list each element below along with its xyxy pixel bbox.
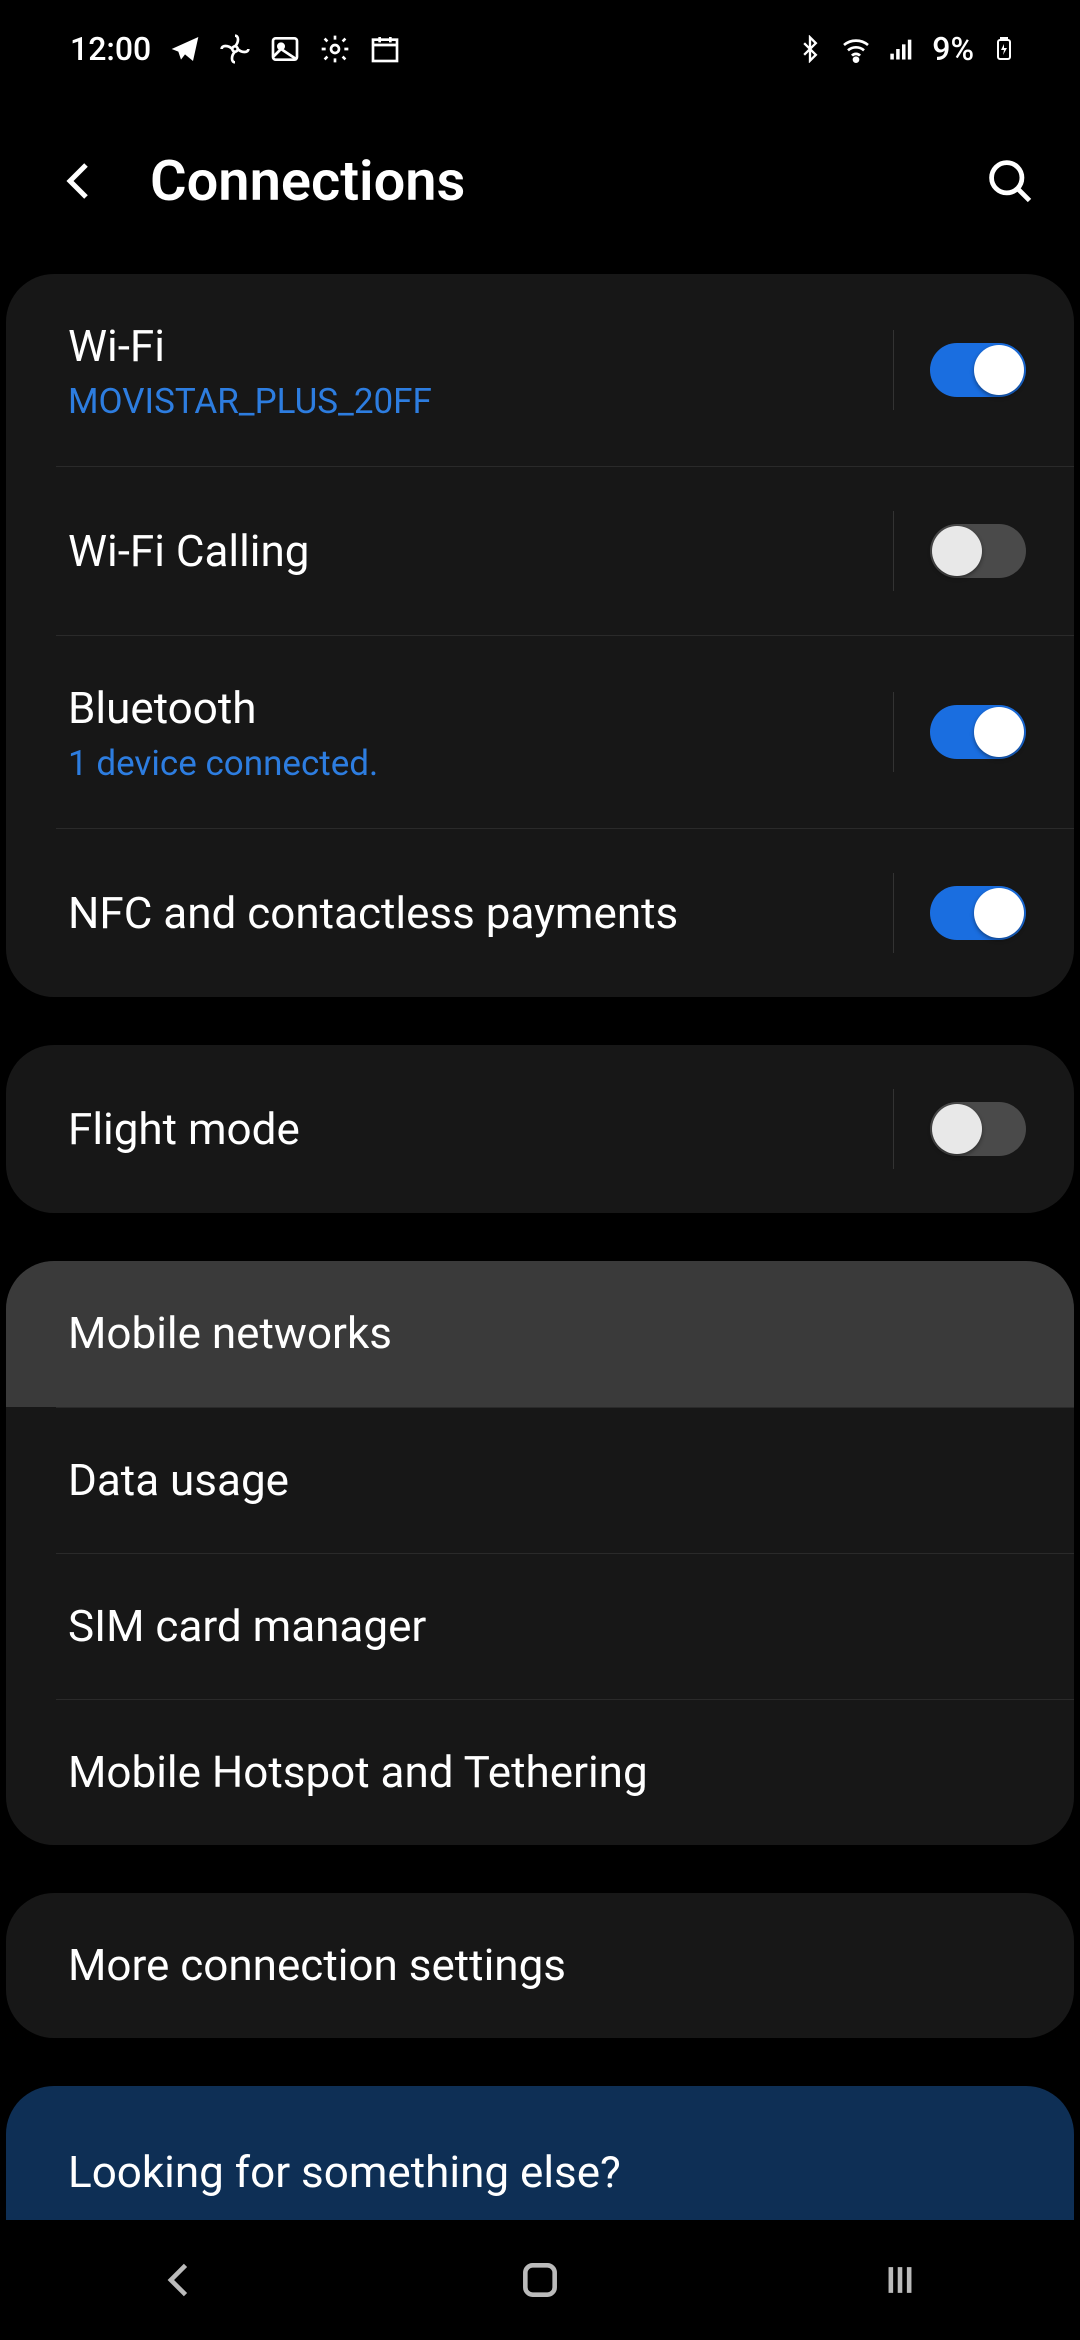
battery-percent: 9% bbox=[932, 30, 974, 68]
bluetooth-icon bbox=[794, 33, 826, 65]
bluetooth-toggle[interactable] bbox=[930, 705, 1026, 759]
calendar-icon bbox=[369, 33, 401, 65]
chevron-left-icon bbox=[56, 157, 104, 205]
wifi-subtitle: MOVISTAR_PLUS_20FF bbox=[68, 381, 893, 422]
connections-group-1: Wi-Fi MOVISTAR_PLUS_20FF Wi-Fi Calling B… bbox=[6, 274, 1074, 997]
hotspot-title: Mobile Hotspot and Tethering bbox=[68, 1744, 1026, 1801]
gear-icon bbox=[319, 33, 351, 65]
wifi-title: Wi-Fi bbox=[68, 318, 893, 375]
battery-charging-icon bbox=[988, 33, 1020, 65]
flight-mode-title: Flight mode bbox=[68, 1101, 893, 1158]
nav-back-button[interactable] bbox=[150, 2250, 210, 2310]
nav-home-button[interactable] bbox=[510, 2250, 570, 2310]
three-bars-icon bbox=[878, 2258, 922, 2302]
bluetooth-title: Bluetooth bbox=[68, 680, 893, 737]
data-usage-row[interactable]: Data usage bbox=[56, 1407, 1074, 1553]
sim-manager-row[interactable]: SIM card manager bbox=[56, 1553, 1074, 1699]
chevron-left-icon bbox=[158, 2258, 202, 2302]
status-time: 12:00 bbox=[70, 30, 151, 68]
nfc-title: NFC and contactless payments bbox=[68, 885, 893, 942]
nav-recents-button[interactable] bbox=[870, 2250, 930, 2310]
system-nav-bar bbox=[0, 2220, 1080, 2340]
mobile-networks-row[interactable]: Mobile networks bbox=[6, 1261, 1074, 1406]
bluetooth-row[interactable]: Bluetooth 1 device connected. bbox=[56, 635, 1074, 828]
mobile-networks-title: Mobile networks bbox=[68, 1305, 1026, 1362]
page-header: Connections bbox=[0, 88, 1080, 274]
flight-mode-row[interactable]: Flight mode bbox=[6, 1045, 1074, 1213]
connections-group-2: Flight mode bbox=[6, 1045, 1074, 1213]
wifi-calling-title: Wi-Fi Calling bbox=[68, 523, 893, 580]
fan-icon bbox=[219, 33, 251, 65]
suggestions-title: Looking for something else? bbox=[6, 2086, 1074, 2218]
status-bar: 12:00 9% bbox=[0, 0, 1080, 88]
connections-group-4: More connection settings bbox=[6, 1893, 1074, 2038]
bluetooth-subtitle: 1 device connected. bbox=[68, 743, 893, 784]
search-icon bbox=[984, 155, 1036, 207]
wifi-icon bbox=[840, 33, 872, 65]
more-connection-settings-row[interactable]: More connection settings bbox=[6, 1893, 1074, 2038]
nfc-toggle[interactable] bbox=[930, 886, 1026, 940]
wifi-row[interactable]: Wi-Fi MOVISTAR_PLUS_20FF bbox=[6, 274, 1074, 466]
wifi-calling-row[interactable]: Wi-Fi Calling bbox=[56, 466, 1074, 635]
hotspot-row[interactable]: Mobile Hotspot and Tethering bbox=[56, 1699, 1074, 1845]
wifi-toggle[interactable] bbox=[930, 343, 1026, 397]
flight-mode-toggle[interactable] bbox=[930, 1102, 1026, 1156]
signal-icon bbox=[886, 33, 918, 65]
back-button[interactable] bbox=[50, 151, 110, 211]
sim-manager-title: SIM card manager bbox=[68, 1598, 1026, 1655]
search-button[interactable] bbox=[980, 151, 1040, 211]
nfc-row[interactable]: NFC and contactless payments bbox=[56, 828, 1074, 997]
square-icon bbox=[518, 2258, 562, 2302]
connections-group-3: Mobile networks Data usage SIM card mana… bbox=[6, 1261, 1074, 1845]
telegram-icon bbox=[169, 33, 201, 65]
data-usage-title: Data usage bbox=[68, 1452, 1026, 1509]
page-title: Connections bbox=[150, 148, 980, 214]
more-connection-settings-title: More connection settings bbox=[68, 1937, 1026, 1994]
image-icon bbox=[269, 33, 301, 65]
wifi-calling-toggle[interactable] bbox=[930, 524, 1026, 578]
